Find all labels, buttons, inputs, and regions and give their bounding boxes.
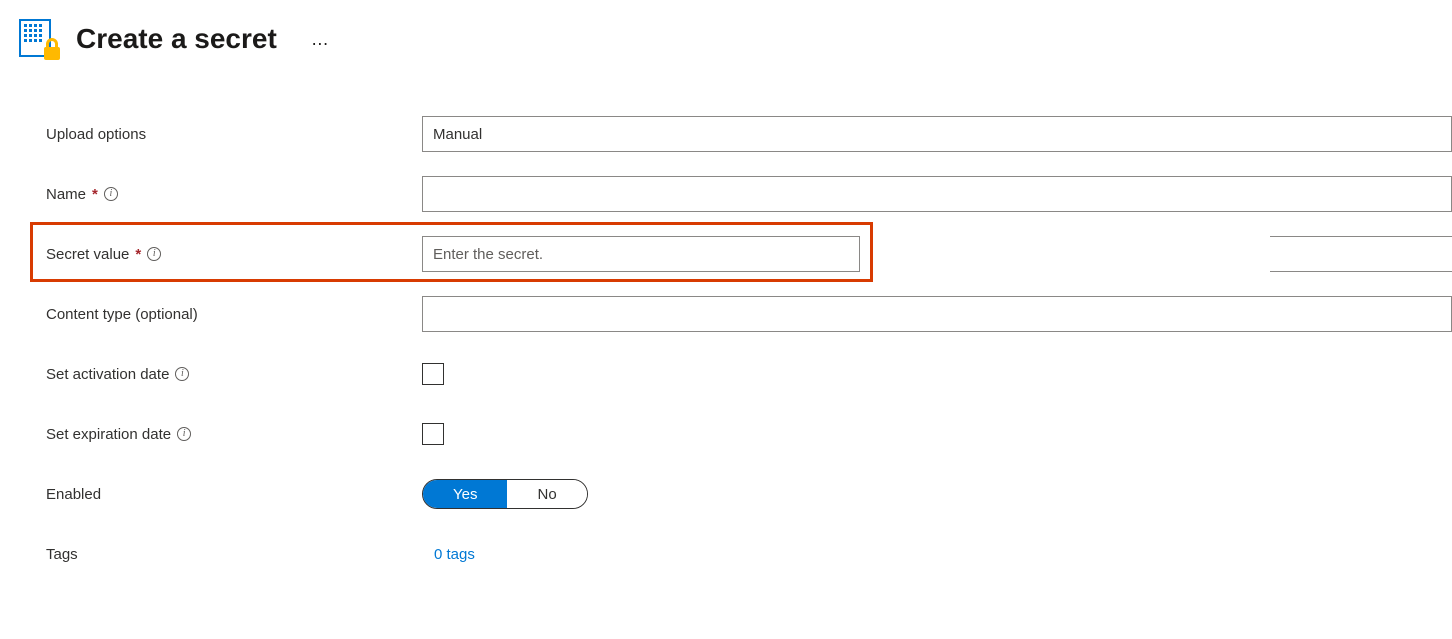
upload-options-select[interactable]: Manual [422,116,1452,152]
page-title: Create a secret [76,23,277,55]
enabled-toggle-no[interactable]: No [507,480,586,508]
row-tags: Tags 0 tags [46,536,1452,572]
name-input[interactable] [422,176,1452,212]
label-tags: Tags [46,546,78,563]
keyvault-secret-icon [18,18,60,60]
more-menu-button[interactable]: … [311,29,331,50]
tags-link[interactable]: 0 tags [422,546,475,563]
row-content-type: Content type (optional) [46,296,1452,332]
info-icon[interactable]: i [104,187,118,201]
info-icon[interactable]: i [177,427,191,441]
activation-date-checkbox[interactable] [422,363,444,385]
required-indicator: * [135,246,141,263]
label-secret-value: Secret value [46,246,129,263]
content-type-input[interactable] [422,296,1452,332]
info-icon[interactable]: i [147,247,161,261]
label-enabled: Enabled [46,486,101,503]
label-upload-options: Upload options [46,126,146,143]
info-icon[interactable]: i [175,367,189,381]
page-header: Create a secret … [18,18,1452,60]
label-content-type: Content type (optional) [46,306,198,323]
row-enabled: Enabled Yes No [46,476,1452,512]
row-upload-options: Upload options Manual [46,116,1452,152]
label-expiration-date: Set expiration date [46,426,171,443]
row-expiration-date: Set expiration date i [46,416,1452,452]
row-secret-value: Secret value * i [46,236,1452,272]
secret-form: Upload options Manual Name * i Secret va… [18,116,1452,572]
required-indicator: * [92,186,98,203]
secret-value-input[interactable] [422,236,860,272]
secret-value-input-continuation [1270,236,1452,272]
row-activation-date: Set activation date i [46,356,1452,392]
label-activation-date: Set activation date [46,366,169,383]
enabled-toggle-yes[interactable]: Yes [423,480,507,508]
enabled-toggle: Yes No [422,479,588,509]
row-name: Name * i [46,176,1452,212]
expiration-date-checkbox[interactable] [422,423,444,445]
label-name: Name [46,186,86,203]
